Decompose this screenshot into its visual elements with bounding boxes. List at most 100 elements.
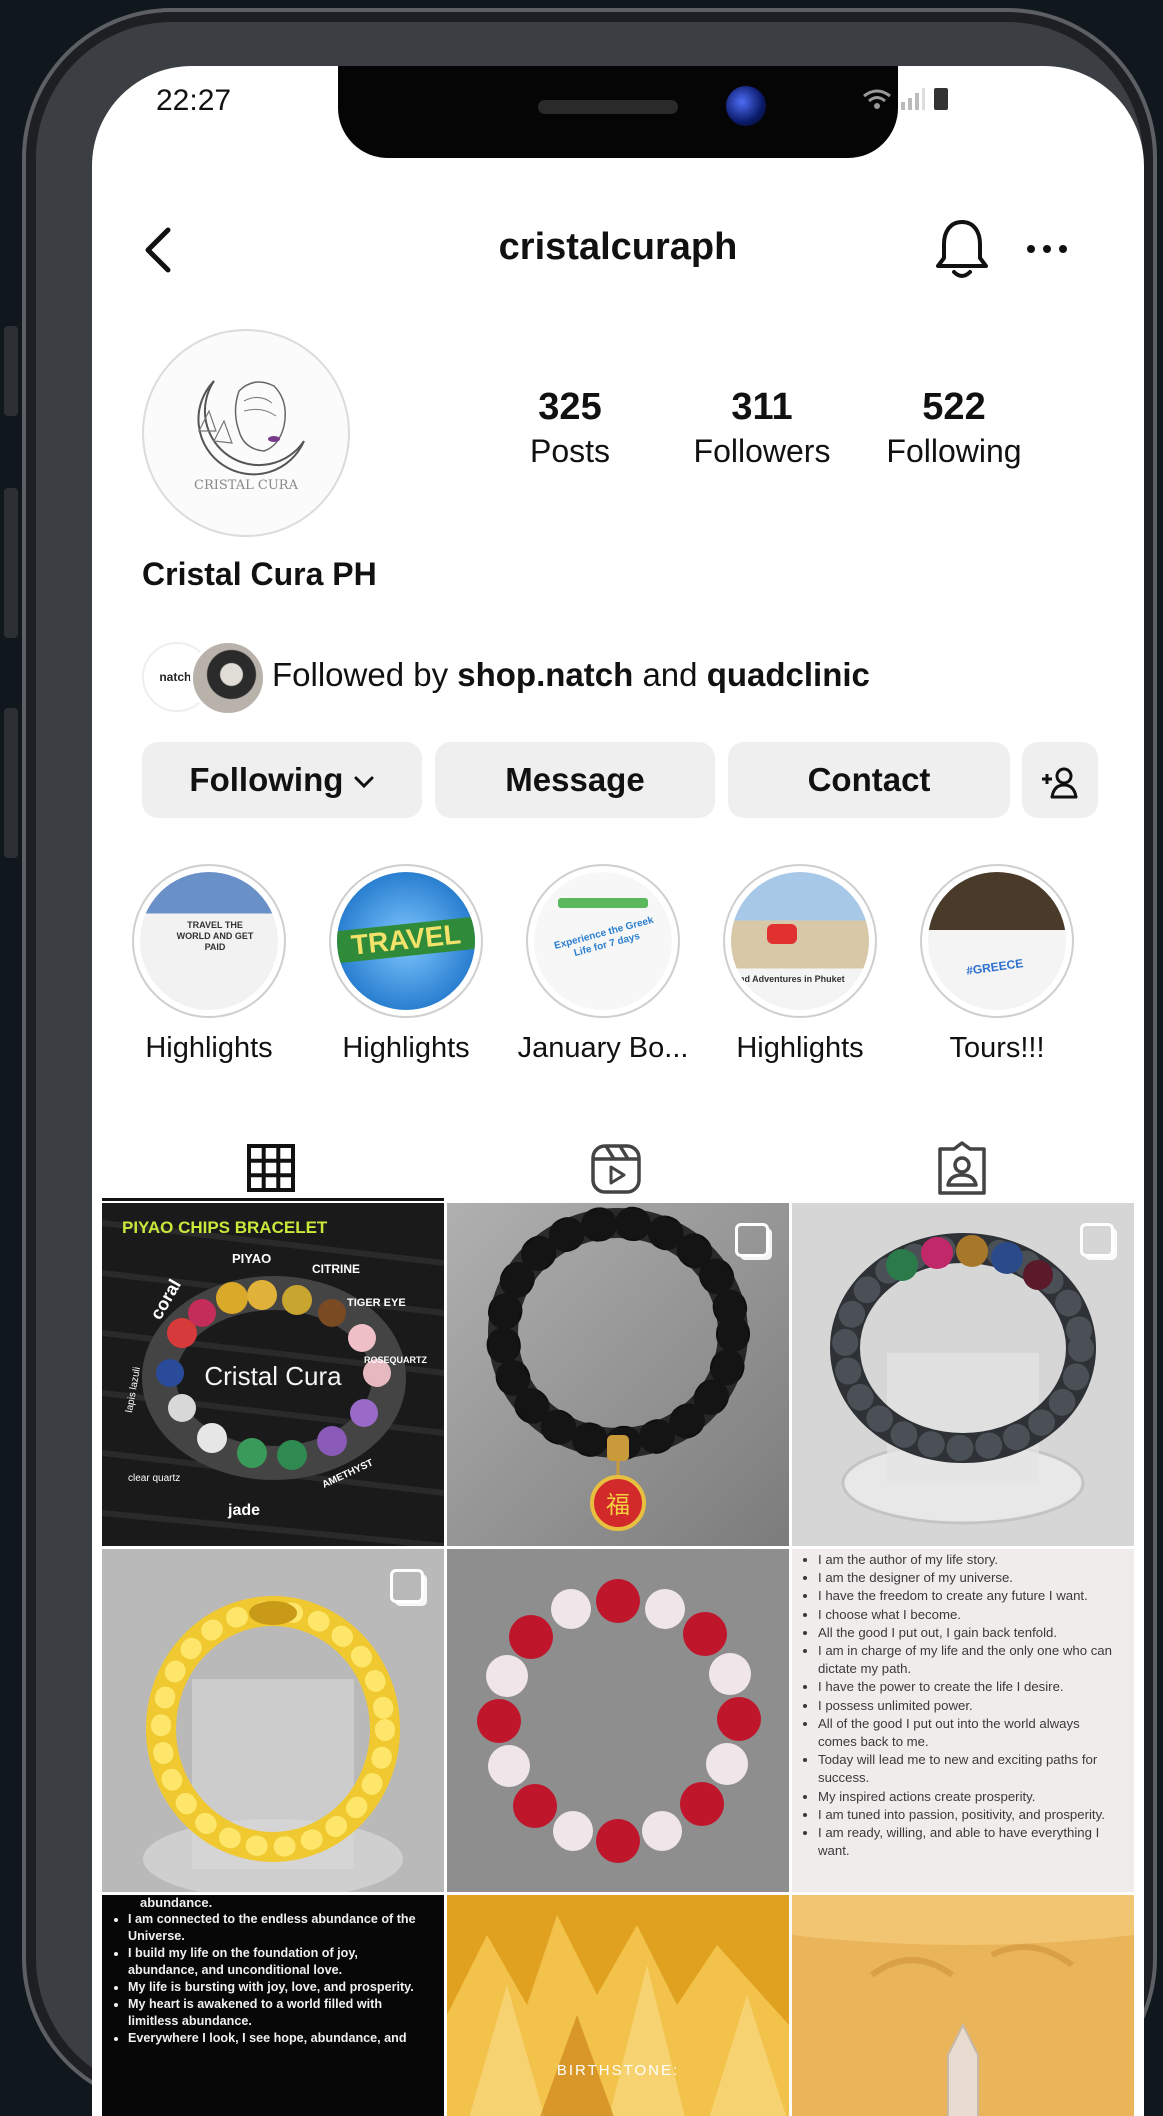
affirmation-item: I have the power to create the life I de… [818,1678,1120,1696]
affirmation-item: I have the freedom to create any future … [818,1587,1120,1605]
highlight-4-label: Highlights [736,1032,864,1064]
avatar-text: CRISTAL CURA [194,478,299,493]
profile-header: cristalcuraph [92,216,1144,296]
followed-by-user1[interactable]: shop.natch [457,656,633,693]
stat-posts[interactable]: 325 Posts [485,386,655,470]
post-crystal-point[interactable] [792,1895,1134,2116]
red-white-bracelet-image [447,1549,789,1892]
post-citrine-bracelet[interactable] [102,1549,444,1892]
notifications-button[interactable] [932,216,992,282]
signal-icon [901,88,926,111]
affirmation-item: I possess unlimited power. [818,1697,1120,1715]
add-person-icon [1042,767,1078,799]
reels-icon [591,1144,641,1194]
followed-by-user2[interactable]: quadclinic [707,656,870,693]
piyao-label-rosequartz: ROSEQUARTZ [364,1355,428,1365]
affirmation-item: I choose what I become. [818,1606,1120,1624]
contact-button[interactable]: Contact [728,742,1010,818]
piyao-label-citrine: CITRINE [312,1262,360,1276]
highlight-ring: TRAVEL [329,864,483,1018]
highlight-cover: Experience the Greek Life for 7 days [534,872,672,1010]
highlight-4-scooter [767,924,797,944]
affirmations-list-2: I am connected to the endless abundance … [102,1911,444,2047]
speaker [538,100,678,114]
grid-icon [247,1144,295,1192]
affirmation-item: I am connected to the endless abundance … [128,1911,430,1945]
highlight-1-text: TRAVEL THE WORLD AND GET PAID [176,920,254,952]
following-button[interactable]: Following [142,742,422,818]
crystal-point-image [792,1895,1134,2116]
highlight-4[interactable]: nd Adventures in Phuket Highlights [714,864,886,1065]
message-button[interactable]: Message [435,742,715,818]
stat-followers-label: Followers [693,433,831,469]
affirmation-item: My life is bursting with joy, love, and … [128,1979,430,1996]
highlight-ring: Experience the Greek Life for 7 days [526,864,680,1018]
highlight-3[interactable]: Experience the Greek Life for 7 days Jan… [517,864,689,1065]
stat-posts-label: Posts [529,433,611,469]
more-options-button[interactable] [1022,234,1072,264]
battery-icon [934,88,949,111]
post-black-bracelet[interactable]: 福 [447,1203,789,1546]
affirmations-list-1: I am the author of my life story. I am t… [792,1549,1134,1860]
affirmation-item: I am the designer of my universe. [818,1569,1120,1587]
followed-by-prefix: Followed by [272,656,449,693]
follower-avatar-2 [190,640,266,716]
affirmation-item: My inspired actions create prosperity. [818,1788,1120,1806]
highlight-4-text: nd Adventures in Phuket [739,974,845,984]
status-time: 22:27 [156,84,232,117]
piyao-label-jade: jade [227,1502,260,1519]
affirmation-item: My heart is awakened to a world filled w… [128,1996,430,2030]
wifi-icon [863,89,891,110]
highlight-cover: TRAVEL THE WORLD AND GET PAID [140,872,278,1010]
post-red-white-bracelet[interactable] [447,1549,789,1892]
piyao-label-piyao: PIYAO [232,1251,271,1266]
stat-following[interactable]: 522 Following [869,386,1039,470]
highlight-1[interactable]: TRAVEL THE WORLD AND GET PAID Highlights [123,864,295,1065]
highlight-2[interactable]: TRAVEL Highlights [320,864,492,1065]
post-affirmations-1[interactable]: I am the author of my life story. I am t… [792,1549,1134,1892]
chevron-down-icon [354,776,374,789]
highlight-3-label: January Bo... [517,1032,689,1064]
post-affirmations-2[interactable]: abundance. I am connected to the endless… [102,1895,444,2116]
affirmations-2-top: abundance. [140,1895,213,1910]
birthstone-text: BIRTHSTONE: [557,2062,679,2079]
phone-volume-up [4,488,18,638]
highlight-cover: TRAVEL [337,872,475,1010]
highlight-1-label: Highlights [145,1032,273,1064]
tagged-person-icon [938,1141,986,1195]
profile-avatar[interactable]: CRISTAL CURA [142,329,350,537]
affirmation-item: I am ready, willing, and able to have ev… [818,1824,1120,1860]
stat-followers-value: 311 [731,386,793,428]
affirmation-item: I am tuned into passion, positivity, and… [818,1806,1120,1824]
affirmation-item: I am the author of my life story. [818,1551,1120,1569]
tab-tagged[interactable] [790,1131,1130,1211]
multiple-photos-icon [1080,1223,1114,1257]
add-friend-button[interactable] [1022,742,1098,818]
screen: 22:27 cristalcuraph CRISTAL CURA 325 Pos… [92,66,1144,2116]
affirmation-item: I build my life on the foundation of joy… [128,1945,430,1979]
highlight-ring: TRAVEL THE WORLD AND GET PAID [132,864,286,1018]
piyao-brand: Cristal Cura [204,1361,342,1391]
affirmation-item: Everywhere I look, I see hope, abundance… [128,2030,430,2047]
stat-followers[interactable]: 311 Followers [677,386,847,470]
stat-following-label: Following [886,433,1022,469]
post-piyao-bracelet[interactable]: PIYAO CHIPS BRACELET Cristal Cura PIYAO … [102,1203,444,1546]
stat-posts-value: 325 [538,386,602,428]
active-tab-indicator [102,1198,444,1201]
affirmation-item: All of the good I put out into the world… [818,1715,1120,1751]
highlight-2-text: TRAVEL [337,916,475,964]
followed-by-text: Followed by shop.natch and quadclinic [272,656,870,694]
multiple-photos-icon [390,1569,424,1603]
camera [726,86,766,126]
post-birthstone[interactable]: BIRTHSTONE: [447,1895,789,2116]
profile-display-name: Cristal Cura PH [142,556,377,592]
highlight-5[interactable]: #GREECE Tours!!! [911,864,1083,1065]
tab-reels[interactable] [446,1131,786,1211]
affirmation-item: Today will lead me to new and exciting p… [818,1751,1120,1787]
stat-following-value: 522 [922,386,986,428]
highlight-cover: #GREECE [928,872,1066,1010]
phone-side-button [4,326,18,416]
highlight-5-text: #GREECE [965,956,1025,978]
post-hematite-bracelet[interactable] [792,1203,1134,1546]
svg-text:福: 福 [606,1491,630,1519]
